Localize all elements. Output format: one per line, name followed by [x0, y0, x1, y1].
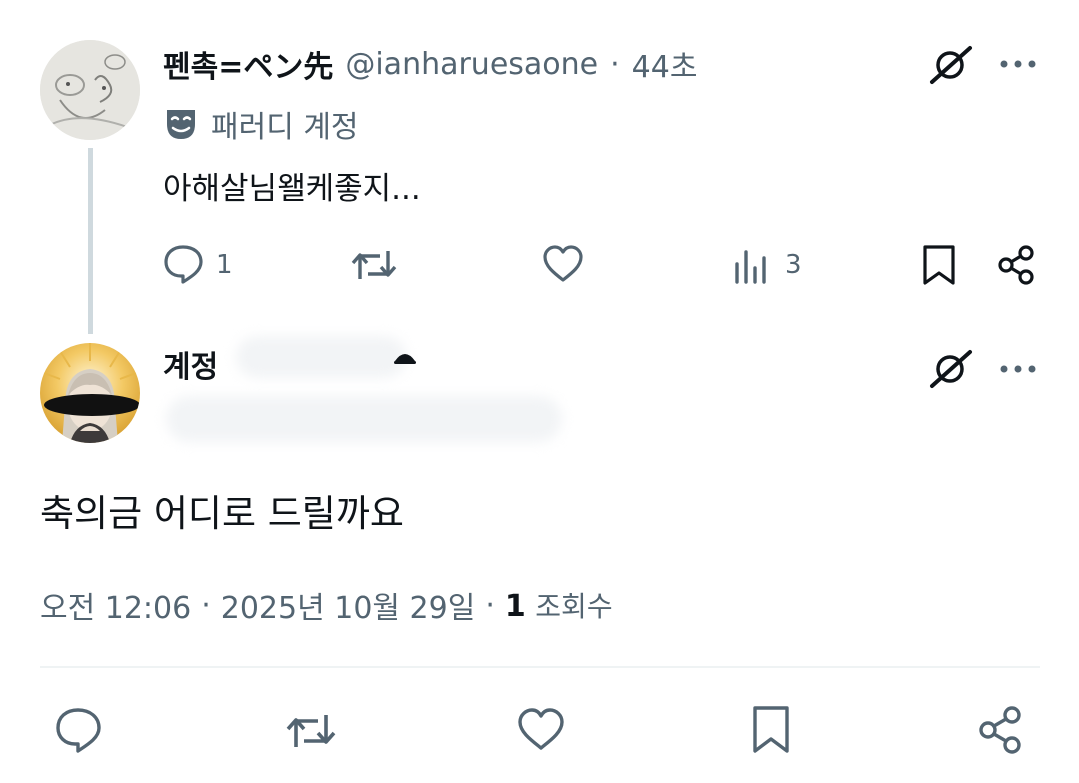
more-icon[interactable]: [998, 56, 1038, 72]
bookmark-icon[interactable]: [750, 705, 792, 755]
retweet-icon[interactable]: [284, 710, 338, 752]
avatar-image: [40, 343, 140, 443]
theater-mask-icon: [163, 106, 199, 142]
reply-count: 1: [216, 250, 233, 280]
bookmark-icon[interactable]: [921, 244, 957, 286]
more-icon[interactable]: [998, 361, 1038, 377]
views-count: 3: [785, 250, 802, 280]
post-time[interactable]: 44초: [632, 42, 698, 86]
redacted-emoji-fragment: [393, 349, 417, 367]
post-text: 축의금 어디로 드릴까요: [40, 492, 404, 535]
reply-icon[interactable]: [55, 707, 103, 753]
parody-account-label: 패러디 계정: [211, 110, 359, 145]
author-name[interactable]: 계정: [163, 348, 218, 388]
author-handle[interactable]: @ianharuesaone: [345, 47, 598, 82]
thread-connector-line: [88, 148, 93, 334]
share-icon[interactable]: [976, 705, 1026, 755]
redacted-area: [236, 336, 406, 378]
separator-dot: ·: [610, 46, 620, 82]
views-number: 1: [504, 589, 526, 624]
heart-icon[interactable]: [542, 245, 584, 283]
separator-dot: ·: [485, 587, 495, 623]
grok-icon[interactable]: [928, 348, 974, 390]
avatar-sketch-image: [40, 40, 140, 140]
avatar[interactable]: [40, 40, 140, 140]
heart-icon[interactable]: [517, 708, 565, 752]
avatar[interactable]: [40, 343, 140, 443]
retweet-icon[interactable]: [350, 246, 398, 284]
post-time[interactable]: 오전 12:06: [40, 583, 191, 627]
reply-icon[interactable]: [163, 244, 205, 284]
grok-icon[interactable]: [928, 44, 974, 86]
author-name[interactable]: 펜촉=ペン先: [163, 42, 333, 86]
redacted-area: [166, 396, 562, 442]
views-icon[interactable]: [733, 248, 773, 284]
divider: [40, 666, 1040, 668]
post-date[interactable]: 2025년 10월 29일: [221, 583, 476, 627]
post-text: 아해살님왤케좋지...: [163, 171, 421, 207]
separator-dot: ·: [201, 587, 211, 623]
views-label: 조회수: [535, 590, 613, 623]
share-icon[interactable]: [996, 244, 1038, 286]
